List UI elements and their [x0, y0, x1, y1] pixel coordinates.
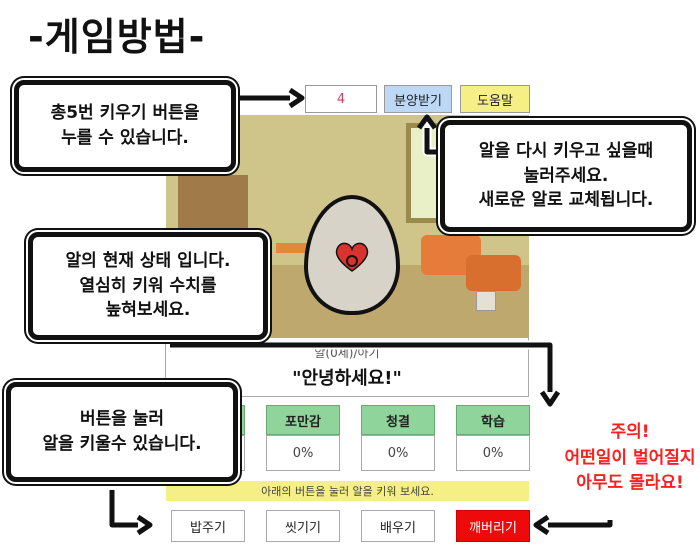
warning-line: 어떤일이 벌어질지 [564, 447, 696, 468]
callout-state-line: 알의 현재 상태 입니다. [65, 251, 231, 272]
stat-label-fullness: 포만감 [266, 405, 340, 435]
warning-note: 주의! 어떤일이 벌어질지 아무도 몰라요! [555, 420, 700, 497]
break-button[interactable]: 깨버리기 [456, 510, 530, 542]
scene-chair [466, 255, 521, 291]
callout-presses: 총5번 키우기 버튼을 누를 수 있습니다. [14, 80, 236, 172]
callout-buttons-line: 버튼을 눌러 [79, 409, 165, 430]
stat-value-fullness: 0% [266, 435, 340, 471]
stat-value-cleanliness: 0% [361, 435, 435, 471]
teach-button[interactable]: 배우기 [361, 510, 435, 542]
callout-state: 알의 현재 상태 입니다. 열심히 키워 수치를 높혀보세요. [28, 232, 268, 340]
adopt-button[interactable]: 분양받기 [384, 85, 452, 113]
callout-buttons-line: 알을 키울수 있습니다. [42, 434, 202, 454]
feed-button[interactable]: 밥주기 [171, 510, 245, 542]
heart-icon [335, 242, 369, 272]
scene-toy-block [476, 291, 496, 311]
callout-adopt: 알을 다시 키우고 싶을때 눌러주세요. 새로운 알로 교체됩니다. [440, 120, 692, 232]
warning-line: 아무도 몰라요! [576, 473, 684, 493]
egg-state-label: 알(0세)/아기 [314, 346, 380, 360]
page-title: -게임방법- [28, 15, 206, 59]
stat-value-learning: 0% [456, 435, 530, 471]
callout-adopt-line: 새로운 알로 교체됩니다. [478, 190, 654, 211]
callout-state-line: 열심히 키워 수치를 [79, 275, 217, 296]
callout-presses-line: 누를 수 있습니다. [61, 128, 189, 148]
stat-label-cleanliness: 청결 [361, 405, 435, 435]
callout-adopt-line: 눌러주세요. [523, 165, 609, 186]
warning-line: 주의! [610, 422, 650, 442]
press-count: 4 [305, 85, 377, 113]
callout-state-line: 높혀보세요. [105, 300, 191, 321]
callout-buttons: 버튼을 눌러 알을 키울수 있습니다. [6, 382, 238, 482]
help-button[interactable]: 도움말 [460, 85, 530, 113]
stat-label-learning: 학습 [456, 405, 530, 435]
callout-adopt-line: 알을 다시 키우고 싶을때 [478, 141, 654, 162]
hint-bar: 아래의 버튼을 눌러 알을 키워 보세요. [166, 481, 529, 501]
wash-button[interactable]: 씻기기 [266, 510, 340, 542]
callout-presses-line: 총5번 키우기 버튼을 [50, 103, 200, 124]
